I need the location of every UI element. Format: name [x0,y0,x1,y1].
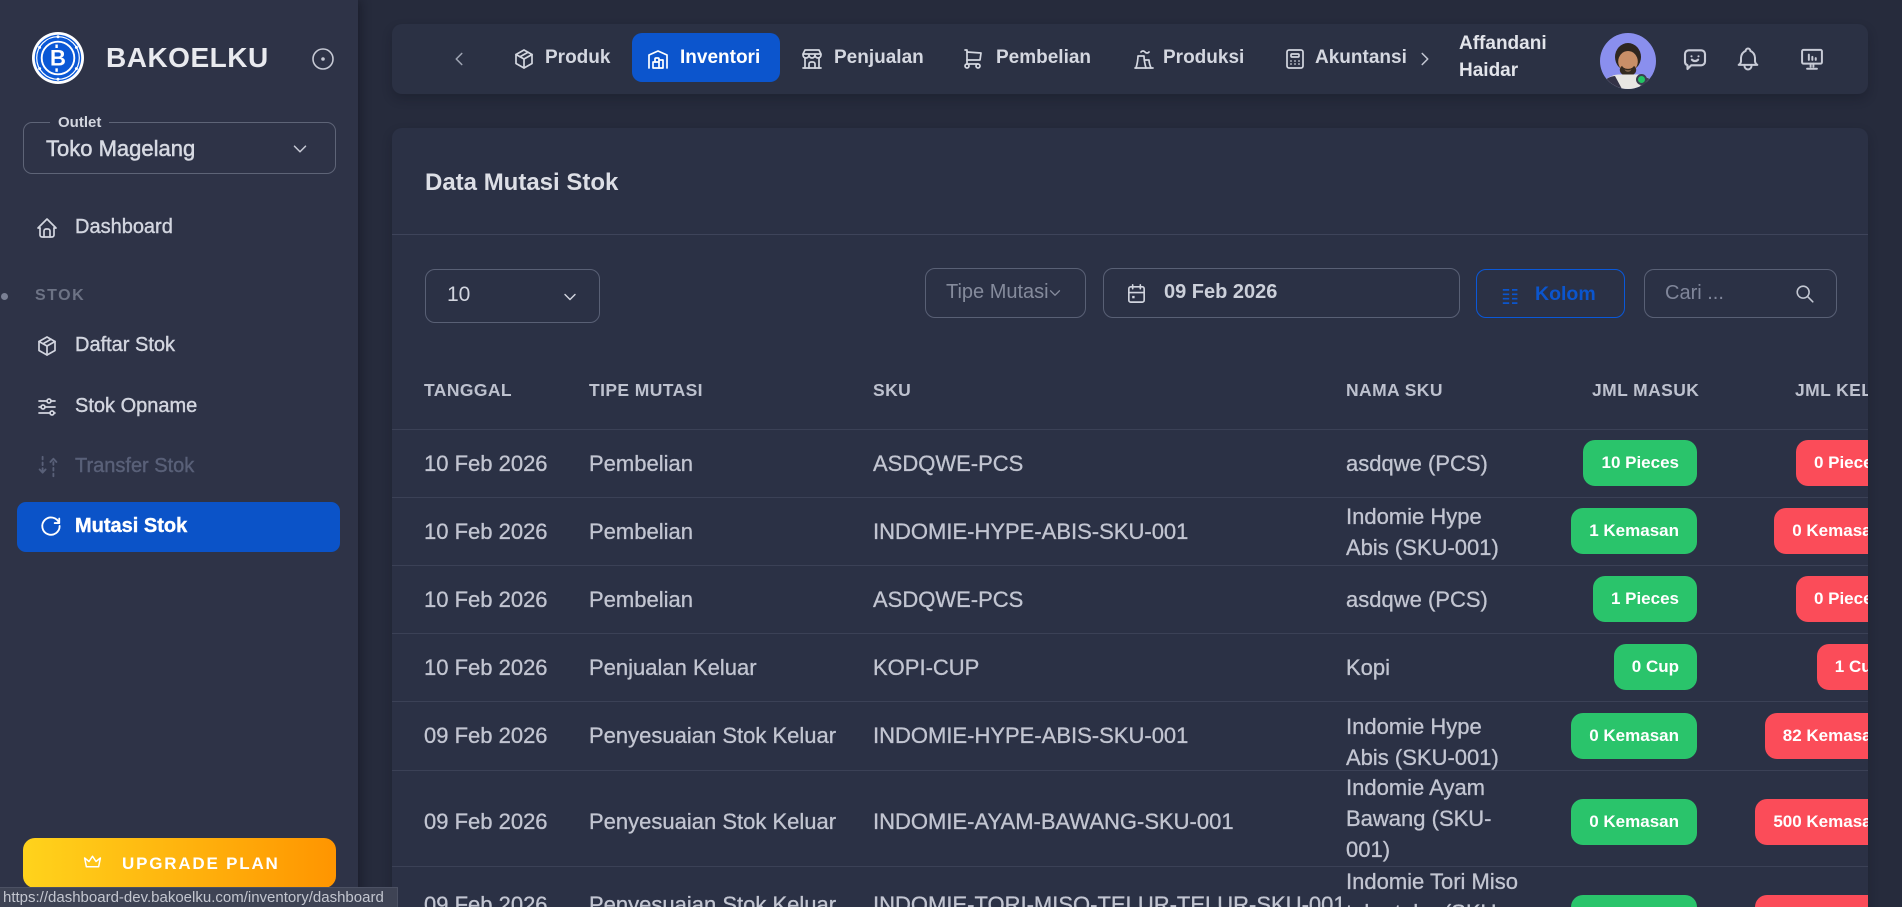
svg-text:B: B [50,46,66,71]
